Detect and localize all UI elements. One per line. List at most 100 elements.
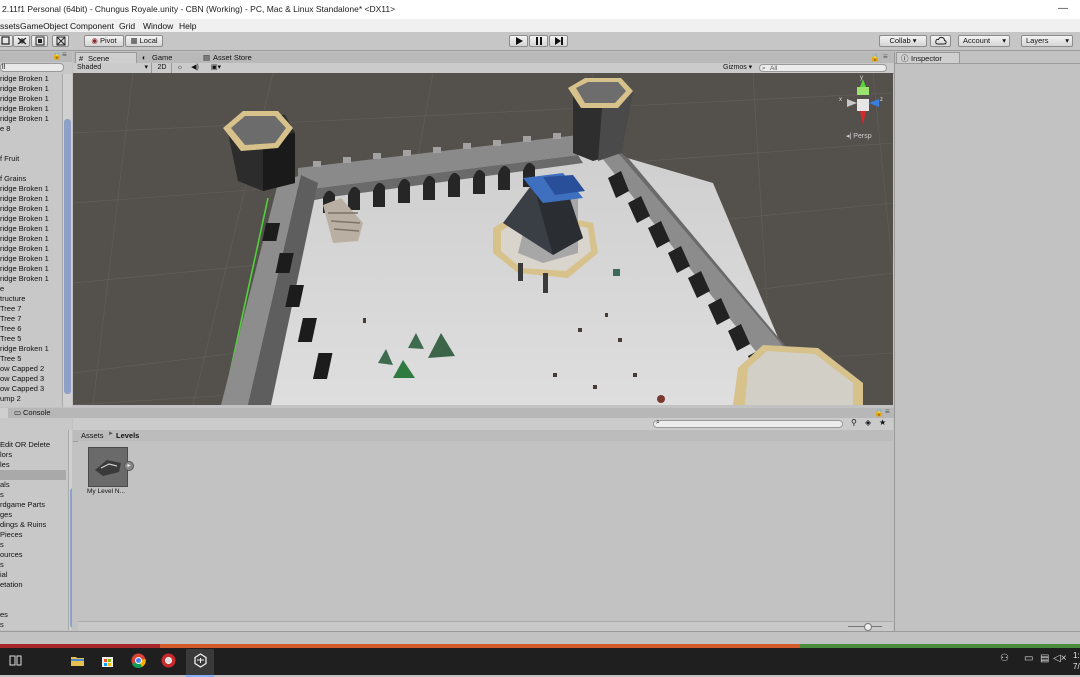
step-button[interactable] xyxy=(549,35,568,47)
tab-console[interactable]: ▭ Console xyxy=(12,408,72,418)
menu-grid[interactable]: Grid xyxy=(119,21,135,31)
chrome-icon[interactable] xyxy=(131,653,146,669)
menu-help[interactable]: Help xyxy=(179,21,196,31)
project-folder-item[interactable]: rdgame Parts xyxy=(0,500,66,510)
project-scrollbar[interactable] xyxy=(68,430,72,630)
project-folder-item[interactable]: s xyxy=(0,490,66,500)
menu-gameobject[interactable]: GameObject xyxy=(20,21,68,31)
hierarchy-item[interactable]: ridge Broken 1 xyxy=(0,104,64,114)
filter-type-icon[interactable]: ⚲ xyxy=(851,418,857,427)
menu-component[interactable]: Component xyxy=(70,21,114,31)
minimize-button[interactable]: — xyxy=(1058,3,1068,14)
file-explorer-icon[interactable] xyxy=(70,653,85,668)
cloud-button[interactable] xyxy=(930,35,951,47)
tab-asset-store[interactable]: ▤ Asset Store xyxy=(201,52,281,63)
project-folder-item[interactable] xyxy=(0,590,66,600)
shading-dropdown[interactable]: Shaded ▾ xyxy=(77,63,152,73)
hierarchy-scroll-thumb[interactable] xyxy=(64,119,71,394)
menu-window[interactable]: Window xyxy=(143,21,173,31)
audio-toggle[interactable]: ◀) xyxy=(189,63,201,73)
effects-dropdown[interactable]: ▣▾ xyxy=(206,63,226,73)
hierarchy-item[interactable]: f Fruit xyxy=(0,154,64,164)
layers-dropdown[interactable]: Layers ▾ xyxy=(1021,35,1073,47)
hierarchy-item[interactable]: ump 2 xyxy=(0,394,64,404)
hierarchy-item[interactable]: ridge Broken 1 xyxy=(0,274,64,284)
hierarchy-item[interactable]: ow Capped 3 xyxy=(0,374,64,384)
hierarchy-item[interactable]: tructure xyxy=(0,294,64,304)
chrome-alt-icon[interactable] xyxy=(161,653,176,668)
project-folder-item[interactable]: etation xyxy=(0,580,66,590)
gizmos-dropdown[interactable]: Gizmos ▾ xyxy=(723,63,753,73)
hierarchy-item[interactable]: ridge Broken 1 xyxy=(0,194,64,204)
play-button[interactable] xyxy=(509,35,528,47)
project-folder-item[interactable]: dings & Ruins xyxy=(0,520,66,530)
hierarchy-item[interactable]: ridge Broken 1 xyxy=(0,264,64,274)
persp-toggle[interactable]: ◂| Persp xyxy=(846,132,872,140)
menu-icon[interactable]: ≡ xyxy=(885,407,890,416)
project-folder-item[interactable]: Edit OR Delete xyxy=(0,440,66,450)
hierarchy-item[interactable]: ridge Broken 1 xyxy=(0,254,64,264)
lock-icon[interactable]: 🔒 xyxy=(870,53,880,62)
hierarchy-item[interactable]: ridge Broken 1 xyxy=(0,84,64,94)
hierarchy-item[interactable]: Tree 7 xyxy=(0,314,64,324)
move-tool-icon[interactable] xyxy=(13,35,30,47)
project-folder-item[interactable] xyxy=(0,470,66,480)
store-icon[interactable] xyxy=(100,653,115,668)
asset-item[interactable]: ▸ My Level N... xyxy=(87,447,134,499)
network-icon[interactable]: ▭ xyxy=(1024,653,1039,668)
local-toggle[interactable]: ▦ Local xyxy=(125,35,163,47)
hierarchy-item[interactable]: ridge Broken 1 xyxy=(0,234,64,244)
hierarchy-item[interactable] xyxy=(0,144,64,154)
lock-icon[interactable]: 🔒 xyxy=(52,52,62,60)
hierarchy-search[interactable]: ll xyxy=(0,63,64,72)
orientation-gizmo[interactable]: y z x ◂| Persp xyxy=(838,75,888,142)
clock-time[interactable]: 1: xyxy=(1073,651,1080,660)
hierarchy-item[interactable]: ridge Broken 1 xyxy=(0,224,64,234)
hierarchy-item[interactable]: e xyxy=(0,284,64,294)
hierarchy-item[interactable]: ridge Broken 1 xyxy=(0,204,64,214)
hierarchy-item[interactable]: ridge Broken 1 xyxy=(0,74,64,84)
tab-game[interactable]: ◐ Game xyxy=(140,52,196,63)
breadcrumb-levels[interactable]: Levels xyxy=(116,431,139,440)
hierarchy-item[interactable] xyxy=(0,164,64,174)
project-folder-item[interactable]: les xyxy=(0,460,66,470)
scale-tool-icon[interactable] xyxy=(31,35,48,47)
menu-icon[interactable]: ≡ xyxy=(883,52,888,61)
collab-button[interactable]: Collab ▾ xyxy=(879,35,927,47)
pivot-toggle[interactable]: ◉ Pivot xyxy=(84,35,124,47)
scene-search-input[interactable]: ⌕ All xyxy=(759,64,887,72)
lighting-toggle[interactable]: ☼ xyxy=(174,63,186,73)
tab-project[interactable] xyxy=(0,408,8,418)
project-folder-item[interactable]: s xyxy=(0,540,66,550)
breadcrumb-assets[interactable]: Assets xyxy=(81,431,104,440)
hierarchy-item[interactable]: Tree 7 xyxy=(0,304,64,314)
hierarchy-item[interactable]: Tree 6 xyxy=(0,324,64,334)
lock-icon[interactable]: 🔒 xyxy=(874,408,884,417)
hierarchy-item[interactable]: ridge Broken 1 xyxy=(0,244,64,254)
assets-search-input[interactable]: ⌕ xyxy=(653,419,843,428)
2d-toggle[interactable]: 2D xyxy=(153,63,172,73)
favorite-icon[interactable]: ★ xyxy=(879,418,886,427)
hierarchy-item[interactable]: ridge Broken 1 xyxy=(0,94,64,104)
hierarchy-item[interactable]: Tree 5 xyxy=(0,354,64,364)
account-dropdown[interactable]: Account ▾ xyxy=(958,35,1010,47)
project-folder-item[interactable]: als xyxy=(0,480,66,490)
pause-button[interactable] xyxy=(529,35,548,47)
people-icon[interactable]: ⚇ xyxy=(1000,653,1015,668)
project-folder-item[interactable]: lors xyxy=(0,450,66,460)
project-scroll-thumb[interactable] xyxy=(70,488,72,628)
hierarchy-item[interactable]: ridge Broken 1 xyxy=(0,214,64,224)
project-folder-item[interactable]: ial xyxy=(0,570,66,580)
clock-date[interactable]: 7/ xyxy=(1073,662,1080,671)
task-view-icon[interactable] xyxy=(8,653,23,668)
menu-assets[interactable]: ssets xyxy=(0,21,20,31)
hierarchy-item[interactable]: ridge Broken 1 xyxy=(0,114,64,124)
scene-viewport[interactable]: y z x ◂| Persp xyxy=(73,73,893,405)
menu-icon[interactable]: ≡ xyxy=(62,52,67,59)
project-folder-item[interactable] xyxy=(0,600,66,610)
unity-taskbar-button[interactable] xyxy=(186,649,214,677)
expand-arrow-icon[interactable]: ▸ xyxy=(124,461,134,471)
transform-tool-icon[interactable] xyxy=(52,35,69,47)
project-folder-item[interactable]: s xyxy=(0,620,66,630)
hierarchy-scrollbar[interactable] xyxy=(62,74,72,407)
